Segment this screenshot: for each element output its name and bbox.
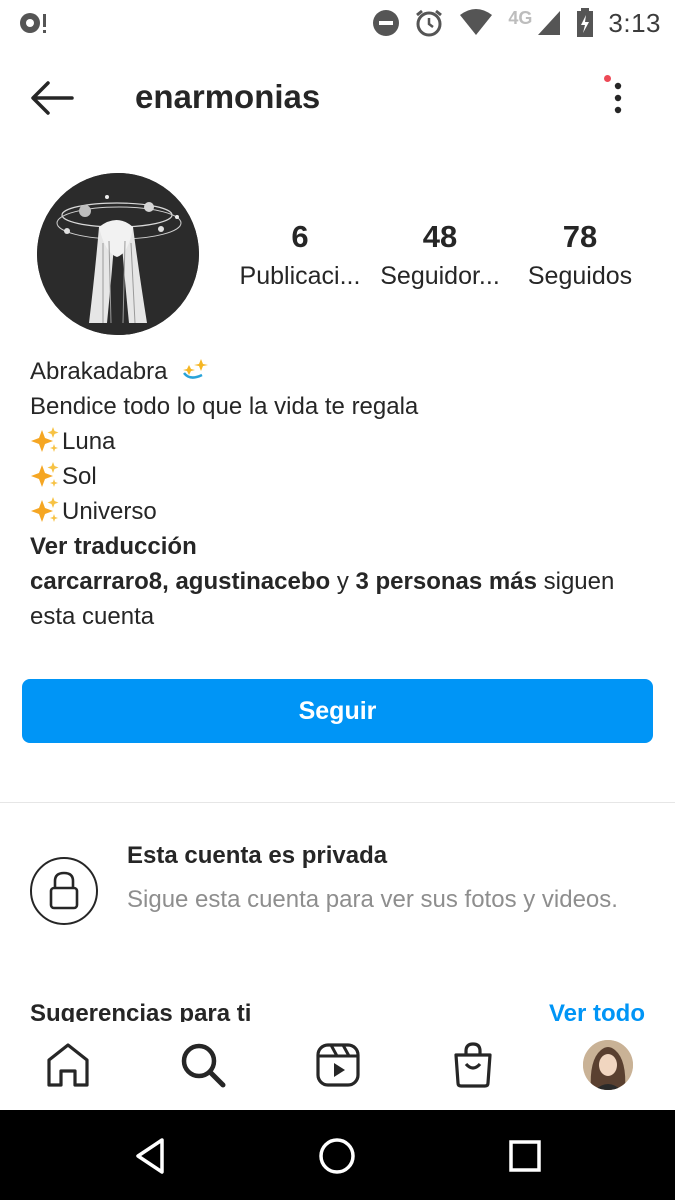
- bio-item-luna: Luna: [30, 424, 650, 459]
- wifi-icon: [460, 9, 493, 35]
- see-all-link[interactable]: Ver todo: [549, 1000, 645, 1022]
- recents-square-icon[interactable]: [503, 1134, 547, 1178]
- dnd-icon: [373, 10, 400, 36]
- more-options-icon[interactable]: [605, 80, 631, 116]
- bio-item-label: Universo: [62, 498, 157, 525]
- stat-following-value: 78: [562, 219, 598, 254]
- sparkles-emoji-icon: [31, 462, 59, 487]
- profile-bio: Abrakadabra Bendice todo lo que la vida …: [30, 354, 650, 634]
- cell-signal-icon: [538, 11, 561, 35]
- bio-item-universo: Universo: [30, 494, 650, 529]
- stat-followers-value: 48: [422, 219, 458, 254]
- profile-header: enarmonias: [0, 60, 675, 136]
- stat-followers[interactable]: 48 Seguidor...: [370, 218, 510, 296]
- shop-icon[interactable]: [448, 1040, 498, 1090]
- private-account-description: Sigue esta cuenta para ver sus fotos y v…: [127, 886, 618, 913]
- lock-icon: [49, 871, 79, 910]
- divider: [0, 802, 675, 803]
- followed-by[interactable]: carcarraro8, agustinacebo y 3 personas m…: [30, 564, 650, 634]
- stat-posts-value: 6: [291, 219, 309, 254]
- network-type: 4G: [508, 7, 533, 28]
- stat-following-label: Seguidos: [527, 262, 633, 290]
- dizzy-emoji-icon: [183, 359, 209, 379]
- sparkles-emoji-icon: [31, 497, 59, 522]
- bio-item-label: Luna: [62, 428, 116, 455]
- home-icon[interactable]: [43, 1040, 93, 1090]
- bottom-navigation: [0, 1022, 675, 1110]
- stat-posts[interactable]: 6 Publicaci...: [230, 218, 370, 296]
- back-arrow-icon[interactable]: [28, 78, 76, 118]
- stat-followers-label: Seguidor...: [380, 262, 500, 290]
- bio-line: Bendice todo lo que la vida te regala: [30, 393, 419, 420]
- back-triangle-icon[interactable]: [128, 1134, 172, 1178]
- follower-username[interactable]: agustinacebo: [175, 568, 330, 595]
- sparkles-emoji-icon: [31, 427, 59, 452]
- search-icon[interactable]: [178, 1040, 228, 1090]
- follower-username[interactable]: carcarraro8,: [30, 568, 169, 595]
- alarm-icon: [416, 9, 443, 37]
- profile-tab-avatar[interactable]: [583, 1040, 633, 1090]
- suggestions-header: Sugerencias para ti Ver todo: [0, 998, 675, 1022]
- stat-posts-label: Publicaci...: [239, 262, 361, 290]
- profile-display-name: Abrakadabra: [30, 358, 168, 385]
- reels-icon[interactable]: [313, 1040, 363, 1090]
- android-navigation-bar: [0, 1110, 675, 1200]
- avatar-illustration: [37, 173, 199, 335]
- bio-item-sol: Sol: [30, 459, 650, 494]
- user-avatar-icon: [583, 1040, 633, 1090]
- status-bar: 4G 3:13: [0, 0, 675, 46]
- followed-by-more[interactable]: 3 personas más: [356, 568, 537, 595]
- private-account-title: Esta cuenta es privada: [127, 842, 388, 869]
- notification-icon: [20, 13, 46, 33]
- followed-by-and: y: [330, 568, 356, 595]
- notification-dot: [604, 75, 611, 82]
- private-lock-badge: [30, 857, 98, 925]
- suggestions-title: Sugerencias para ti: [30, 1000, 252, 1022]
- home-circle-icon[interactable]: [315, 1134, 359, 1178]
- profile-username: enarmonias: [135, 78, 321, 115]
- profile-stats: 6 Publicaci... 48 Seguidor... 78 Seguido…: [230, 218, 650, 298]
- follow-button[interactable]: Seguir: [22, 679, 653, 743]
- clock: 3:13: [608, 7, 661, 38]
- bio-item-label: Sol: [62, 463, 97, 490]
- stat-following[interactable]: 78 Seguidos: [510, 218, 650, 296]
- see-translation-link[interactable]: Ver traducción: [30, 529, 650, 564]
- profile-avatar[interactable]: [37, 173, 199, 335]
- battery-charging-icon: [577, 8, 594, 37]
